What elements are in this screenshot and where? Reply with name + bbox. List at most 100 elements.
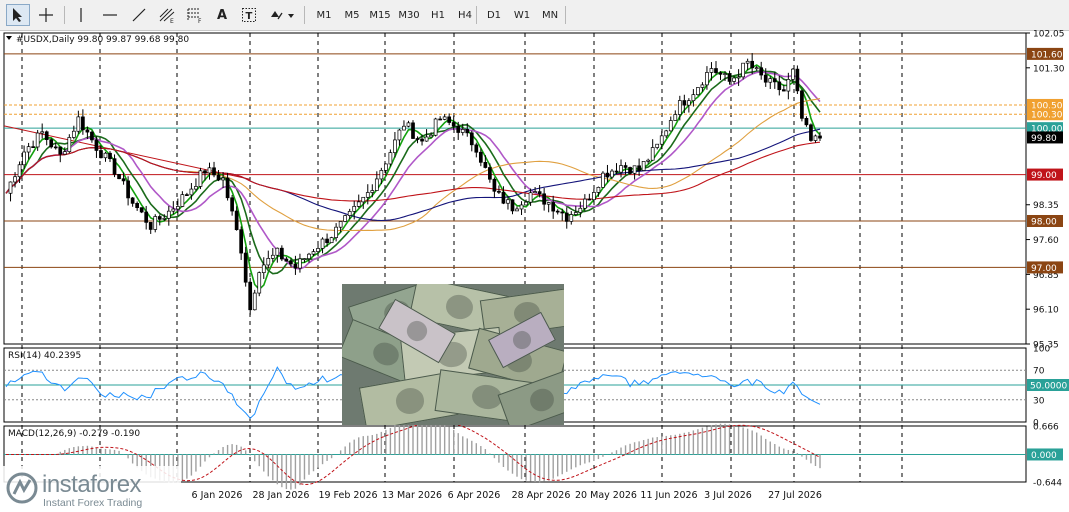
candle-body [144, 211, 149, 223]
candle-body [524, 201, 528, 206]
candle-body [420, 138, 424, 142]
candle-body [506, 199, 510, 204]
candle-body [501, 191, 506, 204]
candle-body [275, 247, 280, 256]
crosshair-icon[interactable] [34, 4, 58, 26]
horizontal-line-icon[interactable] [98, 4, 122, 26]
candle-body [714, 68, 718, 74]
candle-body [745, 60, 750, 64]
candle-body [528, 192, 533, 203]
candle-body [727, 73, 732, 82]
y-tick-label: 96.10 [1033, 306, 1059, 316]
candle-body [732, 77, 736, 82]
candle-body [166, 210, 171, 219]
candle-body [26, 146, 31, 153]
candle-body [153, 216, 158, 230]
candle-body [438, 118, 442, 121]
candle-body [533, 191, 537, 194]
candle-body [709, 68, 714, 73]
candle-body [94, 139, 99, 151]
fibonacci-fan-icon[interactable]: F [183, 4, 207, 26]
timeframe-mn[interactable]: MN [537, 4, 563, 26]
arrows-dropdown-icon[interactable] [266, 4, 298, 26]
candle-body [289, 260, 293, 265]
portrait-oval [527, 385, 557, 415]
candle-body [605, 172, 610, 178]
candle-body [239, 229, 244, 254]
candle-body [772, 78, 777, 83]
candle-body [406, 122, 411, 127]
timeframe-m1[interactable]: M1 [311, 4, 337, 26]
cursor-icon[interactable] [6, 4, 30, 26]
price-level-label: 99.00 [1031, 171, 1057, 181]
candle-body [311, 251, 316, 255]
candle-body [135, 203, 139, 208]
candle-body [53, 146, 58, 149]
candle-body [641, 161, 646, 171]
rsi-y-tick-label: 100 [1033, 345, 1050, 355]
candle-body [592, 192, 596, 201]
brand-tagline: Instant Forex Trading [43, 497, 143, 509]
candle-body [157, 216, 162, 220]
candle-body [307, 253, 311, 260]
timeframe-h4[interactable]: H4 [452, 4, 478, 26]
candle-body [777, 81, 782, 91]
candle-body [130, 197, 135, 204]
candle-body [601, 172, 605, 188]
x-tick-label: 11 Jun 2026 [640, 490, 697, 501]
timeframe-d1[interactable]: D1 [481, 4, 507, 26]
candle-body [718, 72, 723, 75]
candle-body [700, 84, 705, 88]
candle-body [198, 170, 203, 187]
candle-body [212, 167, 216, 176]
candle-body [433, 118, 438, 136]
fibonacci-icon[interactable]: E [155, 4, 179, 26]
candle-body [180, 194, 185, 207]
timeframe-m30[interactable]: M30 [396, 4, 422, 26]
rsi-y-tick-label: 30 [1033, 396, 1045, 406]
candle-body [741, 62, 745, 78]
timeframe-m5[interactable]: M5 [339, 4, 365, 26]
candle-body [194, 186, 198, 190]
candle-body [347, 211, 352, 216]
macd-title: MACD(12,26,9) -0.279 -0.190 [8, 429, 140, 439]
x-tick-label: 28 Apr 2026 [512, 490, 571, 501]
candle-body [175, 206, 180, 210]
candle-body [203, 170, 207, 174]
candle-body [763, 74, 768, 83]
price-chart[interactable]: 6 Jan 2026 28 Jan 2026 19 Feb 2026 13 Mar 2… [0, 30, 1069, 512]
candle-body [207, 167, 212, 174]
timeframe-m15[interactable]: M15 [367, 4, 393, 26]
candle-body [248, 281, 253, 311]
candle-body [17, 164, 22, 178]
candle-body [329, 237, 334, 244]
timeframe-w1[interactable]: W1 [509, 4, 535, 26]
toolbar-divider [64, 6, 65, 24]
candle-body [58, 146, 63, 155]
candle-body [384, 163, 388, 171]
text-label-icon[interactable]: T [238, 4, 260, 26]
candle-body [804, 118, 809, 126]
vertical-line-icon[interactable] [70, 4, 92, 26]
candle-body [225, 177, 230, 199]
timeframe-h1[interactable]: H1 [425, 4, 451, 26]
candle-body [736, 76, 741, 79]
trendline-icon[interactable] [127, 4, 151, 26]
candle-body [71, 130, 76, 138]
candle-body [185, 194, 189, 196]
rsi-level-label: 50.0000 [1030, 382, 1067, 392]
candle-body [623, 165, 628, 168]
candle-body [582, 198, 587, 209]
text-icon[interactable]: A [211, 4, 233, 26]
candle-body [316, 248, 320, 252]
candle-body [216, 174, 221, 181]
candle-body [510, 199, 515, 212]
candle-body [628, 167, 632, 174]
x-tick-label: 13 Mar 2026 [382, 490, 442, 501]
candle-body [67, 137, 72, 152]
candle-body [126, 180, 130, 199]
macd-y-tick-label: -0.644 [1033, 479, 1062, 489]
toolbar-divider [565, 6, 566, 24]
candle-body [668, 120, 673, 132]
candle-body [189, 188, 194, 196]
